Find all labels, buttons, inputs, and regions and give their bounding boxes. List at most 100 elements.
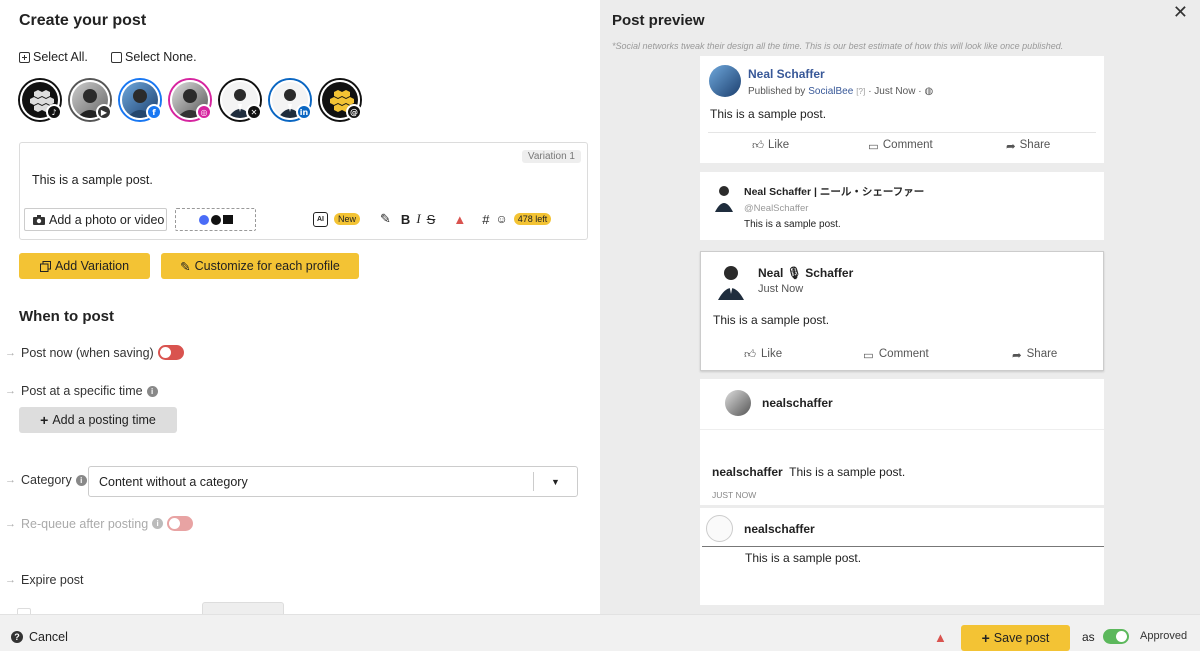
profile-avatar-instagram[interactable]: ◎ — [170, 80, 212, 120]
add-media-label: Add a photo or video — [49, 212, 165, 227]
expire-row: → Expire post — [5, 573, 84, 587]
add-media-button[interactable]: Add a photo or video — [24, 208, 167, 231]
ig-caption-text: This is a sample post. — [789, 465, 906, 479]
plus-icon: + — [981, 630, 990, 646]
profile-avatar-threads[interactable]: @ — [320, 80, 362, 120]
fb-author-name: Neal Schaffer — [748, 67, 825, 81]
approved-toggle[interactable] — [1103, 629, 1129, 644]
thumbs-up-icon: 👍︎ — [744, 349, 757, 361]
th-post-text: This is a sample post. — [745, 551, 862, 565]
avatar — [706, 515, 733, 542]
li-like-label: Like — [761, 348, 783, 360]
save-post-label: Save post — [993, 631, 1050, 645]
fb-like-button[interactable]: 👍︎ Like — [752, 139, 789, 153]
select-all-label: Select All. — [33, 50, 88, 64]
divider — [708, 132, 1096, 133]
canva-icon — [198, 214, 209, 225]
profile-avatar-facebook[interactable]: f — [120, 80, 162, 120]
post-editor[interactable]: Variation 1 This is a sample post. Add a… — [19, 142, 588, 240]
ig-caption-user: nealschaffer — [712, 465, 783, 479]
category-value: Content without a category — [99, 474, 248, 489]
profile-avatar-x[interactable]: ✕ — [220, 80, 262, 120]
bold-icon[interactable]: B — [401, 212, 410, 227]
info-icon[interactable]: i — [152, 518, 164, 529]
instagram-preview-card: nealschaffer nealschaffer This is a samp… — [700, 379, 1104, 505]
warning-icon[interactable]: ▲ — [934, 630, 947, 645]
profile-avatar-youtube[interactable]: ▶ — [70, 80, 112, 120]
post-specific-label: Post at a specific time — [21, 384, 143, 398]
li-comment-label: Comment — [878, 348, 929, 360]
select-all-button[interactable]: Select All. — [19, 50, 88, 64]
ai-icon[interactable]: AI — [313, 211, 328, 227]
italic-icon[interactable]: I — [416, 211, 420, 227]
avatar — [714, 184, 734, 212]
checkbox-empty-icon — [111, 51, 122, 63]
requeue-toggle[interactable] — [167, 516, 194, 531]
add-posting-time-label: Add a posting time — [52, 413, 156, 427]
fb-share-button[interactable]: ➦ Share — [1006, 139, 1050, 153]
linkedin-preview-card: Neal 🎙 Schaffer Just Now This is a sampl… — [700, 251, 1104, 371]
profile-avatar-tiktok[interactable]: ♪ — [20, 80, 62, 120]
save-post-button[interactable]: + Save post — [961, 625, 1070, 651]
li-share-button[interactable]: ➦ Share — [1012, 348, 1057, 362]
thumbs-up-icon: 👍︎ — [752, 140, 765, 152]
warning-icon[interactable]: ▲ — [453, 212, 466, 227]
fb-comment-button[interactable]: ▭ Comment — [868, 139, 933, 153]
magic-wand-icon[interactable]: ✎ — [380, 211, 391, 227]
avatar — [709, 65, 741, 97]
integrations-button[interactable] — [175, 208, 256, 231]
fb-time: · Just Now · — [868, 86, 922, 97]
dropbox-icon — [210, 214, 221, 225]
arrow-icon: → — [5, 346, 16, 359]
cancel-label: Cancel — [29, 630, 68, 644]
divider — [702, 546, 1104, 547]
category-select[interactable]: Content without a category ▼ — [88, 466, 578, 497]
copy-icon — [39, 260, 51, 272]
info-icon[interactable]: i — [146, 385, 158, 397]
ig-caption: nealschaffer This is a sample post. — [712, 465, 905, 479]
plus-icon: + — [40, 412, 49, 428]
post-now-label: Post now (when saving) — [21, 345, 154, 360]
cancel-button[interactable]: ? Cancel — [11, 630, 68, 644]
post-now-toggle[interactable] — [157, 345, 184, 360]
customize-button[interactable]: ✎ Customize for each profile — [161, 253, 359, 279]
strikethrough-icon[interactable]: S — [427, 212, 436, 227]
add-posting-time-button[interactable]: + Add a posting time — [19, 407, 177, 433]
info-icon[interactable]: i — [75, 474, 87, 486]
x-preview-card: Neal Schaffer | ニール・シェーファー @NealSchaffer… — [700, 172, 1104, 240]
expire-label: Expire post — [21, 573, 84, 587]
avatar — [725, 390, 751, 416]
select-none-button[interactable]: Select None. — [111, 50, 197, 64]
help-icon: ? — [11, 631, 23, 643]
close-icon[interactable]: ✕ — [1173, 2, 1188, 23]
editor-toolbar: AI New ✎ B I S ▲ # ☺ 478 left — [313, 211, 552, 227]
li-comment-button[interactable]: ▭ Comment — [863, 348, 929, 362]
post-text[interactable]: This is a sample post. — [32, 173, 153, 187]
chars-left-badge: 478 left — [513, 213, 552, 225]
fb-meta: Published by SocialBee [?] · Just Now · … — [748, 86, 933, 97]
expire-input[interactable] — [202, 602, 284, 614]
divider — [700, 429, 1104, 430]
post-specific-row: → Post at a specific time i — [5, 384, 158, 398]
select-none-label: Select None. — [125, 50, 197, 64]
emoji-icon[interactable]: ☺ — [495, 212, 507, 226]
preview-note: *Social networks tweak their design all … — [612, 41, 1064, 51]
linkedin-icon: in — [296, 104, 312, 120]
li-like-button[interactable]: 👍︎ Like — [744, 348, 782, 362]
add-variation-button[interactable]: Add Variation — [19, 253, 150, 279]
share-icon: ➦ — [1012, 350, 1022, 362]
variation-badge: Variation 1 — [521, 150, 581, 163]
chevron-down-icon[interactable]: ▼ — [533, 472, 577, 491]
hashtag-icon[interactable]: # — [482, 212, 489, 227]
new-badge: New — [334, 213, 361, 225]
li-post-text: This is a sample post. — [713, 313, 830, 327]
share-icon: ➦ — [1006, 141, 1016, 153]
profile-avatar-linkedin[interactable]: in — [270, 80, 312, 120]
panel-title: Create your post — [19, 12, 147, 29]
customize-label: Customize for each profile — [194, 259, 340, 273]
camera-icon — [33, 214, 45, 225]
requeue-label: Re-queue after posting — [21, 516, 149, 531]
youtube-icon: ▶ — [96, 104, 112, 120]
globe-icon: ◍ — [924, 86, 934, 97]
li-author-name: Neal 🎙 Schaffer — [758, 266, 854, 280]
